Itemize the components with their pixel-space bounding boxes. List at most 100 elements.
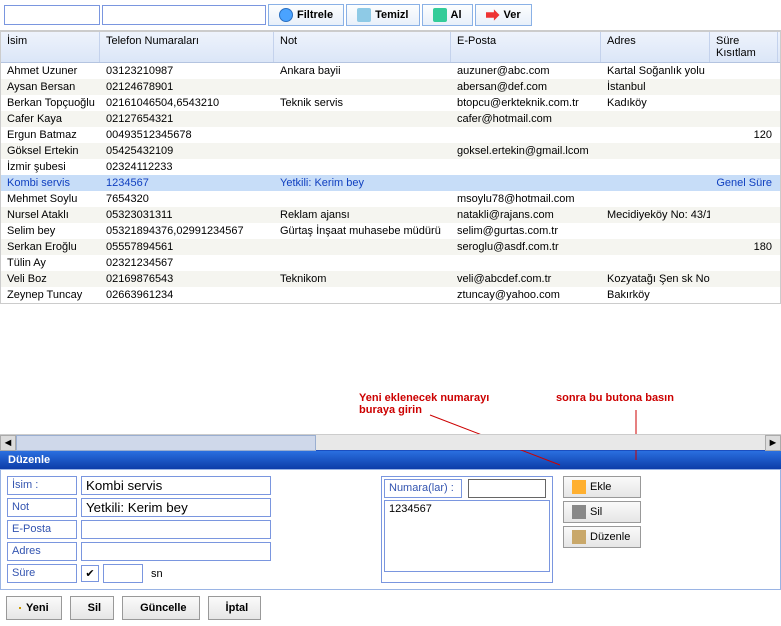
input-not[interactable]: [81, 498, 271, 517]
cell-eposta: abersan@def.com: [451, 80, 601, 94]
duzenle-button[interactable]: Düzenle: [563, 526, 641, 548]
cell-tel: 05323031311: [100, 208, 274, 222]
table-row[interactable]: Cafer Kaya02127654321cafer@hotmail.com: [1, 111, 780, 127]
table-row[interactable]: Zeynep Tuncay02663961234ztuncay@yahoo.co…: [1, 287, 780, 303]
bottom-buttons: Yeni Sil Güncelle İptal: [0, 590, 781, 626]
cell-isim: İzmir şubesi: [1, 160, 100, 174]
cell-not: Ankara bayii: [274, 64, 451, 78]
table-row[interactable]: Tülin Ay02321234567: [1, 255, 780, 271]
input-eposta[interactable]: [81, 520, 271, 539]
delete-icon: [572, 505, 586, 519]
annotation-button-hint: sonra bu butona basın: [556, 392, 716, 404]
cell-adres: [601, 150, 710, 152]
import-label: Al: [451, 9, 462, 21]
table-row[interactable]: İzmir şubesi02324112233: [1, 159, 780, 175]
input-adres[interactable]: [81, 542, 271, 561]
label-sn: sn: [151, 568, 163, 580]
clear-button[interactable]: Temizl: [346, 4, 419, 26]
col-header-eposta[interactable]: E-Posta: [451, 32, 601, 62]
table-row[interactable]: Göksel Ertekin05425432109goksel.ertekin@…: [1, 143, 780, 159]
import-button[interactable]: Al: [422, 4, 473, 26]
col-header-tel[interactable]: Telefon Numaraları: [100, 32, 274, 62]
table-row[interactable]: Mehmet Soylu7654320msoylu78@hotmail.com: [1, 191, 780, 207]
input-numara[interactable]: [468, 479, 546, 498]
table-row[interactable]: Veli Boz02169876543Teknikomveli@abcdef.c…: [1, 271, 780, 287]
bottom-sil-button[interactable]: Sil: [70, 596, 114, 620]
ekle-button[interactable]: Ekle: [563, 476, 641, 498]
sil-button[interactable]: Sil: [563, 501, 641, 523]
col-header-sure[interactable]: Süre Kısıtlam: [710, 32, 778, 62]
filter-icon: [279, 8, 293, 22]
yeni-button[interactable]: Yeni: [6, 596, 62, 620]
cell-eposta: [451, 166, 601, 168]
cell-isim: Serkan Eroğlu: [1, 240, 100, 254]
input-sure[interactable]: [103, 564, 143, 583]
scroll-right[interactable]: ►: [765, 435, 781, 451]
guncelle-button[interactable]: Güncelle: [122, 596, 199, 620]
cell-isim: Zeynep Tuncay: [1, 288, 100, 302]
cell-tel: 7654320: [100, 192, 274, 206]
col-header-adres[interactable]: Adres: [601, 32, 710, 62]
label-numaralar: Numara(lar) :: [384, 479, 462, 498]
cell-not: Teknikom: [274, 272, 451, 286]
checkbox-sure[interactable]: ✔: [81, 565, 99, 582]
cell-tel: 02663961234: [100, 288, 274, 302]
iptal-button[interactable]: İptal: [208, 596, 262, 620]
export-icon: [486, 8, 500, 22]
yeni-label: Yeni: [26, 602, 49, 614]
table-row[interactable]: Aysan Bersan02124678901abersan@def.comİs…: [1, 79, 780, 95]
cell-isim: Ahmet Uzuner: [1, 64, 100, 78]
cell-adres: [601, 134, 710, 136]
table-row[interactable]: Serkan Eroğlu05557894561seroglu@asdf.com…: [1, 239, 780, 255]
cell-isim: Mehmet Soylu: [1, 192, 100, 206]
cell-sure: [710, 262, 778, 264]
scroll-left[interactable]: ◄: [0, 435, 16, 451]
cell-tel: 03123210987: [100, 64, 274, 78]
edit-panel: İsim : Not E-Posta Adres Süre✔sn Numara(…: [0, 469, 781, 590]
cell-adres: Bakırköy: [601, 288, 710, 302]
edit-icon: [572, 530, 586, 544]
cell-isim: Berkan Topçuoğlu: [1, 96, 100, 110]
table-row[interactable]: Berkan Topçuoğlu02161046504,6543210Tekni…: [1, 95, 780, 111]
cell-not: [274, 150, 451, 152]
cell-tel: 02321234567: [100, 256, 274, 270]
cell-eposta: selim@gurtas.com.tr: [451, 224, 601, 238]
table-row[interactable]: Kombi servis1234567Yetkili: Kerim beyGen…: [1, 175, 780, 191]
input-isim[interactable]: [81, 476, 271, 495]
import-icon: [433, 8, 447, 22]
export-button[interactable]: Ver: [475, 4, 532, 26]
cell-not: [274, 246, 451, 248]
label-adres: Adres: [7, 542, 77, 561]
grid-scrollbar[interactable]: ◄ ►: [0, 434, 781, 450]
grid-body: Ahmet Uzuner03123210987Ankara bayiiauzun…: [1, 63, 780, 303]
cell-sure: [710, 214, 778, 216]
filter-input-2[interactable]: [102, 5, 266, 25]
cell-tel: 02161046504,6543210: [100, 96, 274, 110]
cell-tel: 1234567: [100, 176, 274, 190]
scroll-thumb[interactable]: [16, 435, 316, 451]
cell-sure: [710, 198, 778, 200]
cell-tel: 05425432109: [100, 144, 274, 158]
table-row[interactable]: Ergun Batmaz00493512345678120: [1, 127, 780, 143]
col-header-isim[interactable]: İsim: [1, 32, 100, 62]
col-header-not[interactable]: Not: [274, 32, 451, 62]
filter-input-1[interactable]: [4, 5, 100, 25]
cell-tel: 02324112233: [100, 160, 274, 174]
cell-adres: [601, 166, 710, 168]
cell-adres: Mecidiyeköy No: 43/12: [601, 208, 710, 222]
cell-tel: 05557894561: [100, 240, 274, 254]
grid-header: İsim Telefon Numaraları Not E-Posta Adre…: [1, 32, 780, 63]
filter-button[interactable]: Filtrele: [268, 4, 344, 26]
label-sure: Süre: [7, 564, 77, 583]
cell-eposta: [451, 134, 601, 136]
cell-eposta: auzuner@abc.com: [451, 64, 601, 78]
table-row[interactable]: Ahmet Uzuner03123210987Ankara bayiiauzun…: [1, 63, 780, 79]
cell-sure: [710, 166, 778, 168]
panel-buttons: Ekle Sil Düzenle: [563, 476, 641, 583]
numara-list[interactable]: 1234567: [384, 500, 550, 572]
table-row[interactable]: Selim bey05321894376,02991234567Gürtaş İ…: [1, 223, 780, 239]
cell-not: Yetkili: Kerim bey: [274, 176, 451, 190]
cell-adres: İstanbul: [601, 80, 710, 94]
cell-eposta: btopcu@erkteknik.com.tr: [451, 96, 601, 110]
table-row[interactable]: Nursel Ataklı05323031311Reklam ajansınat…: [1, 207, 780, 223]
